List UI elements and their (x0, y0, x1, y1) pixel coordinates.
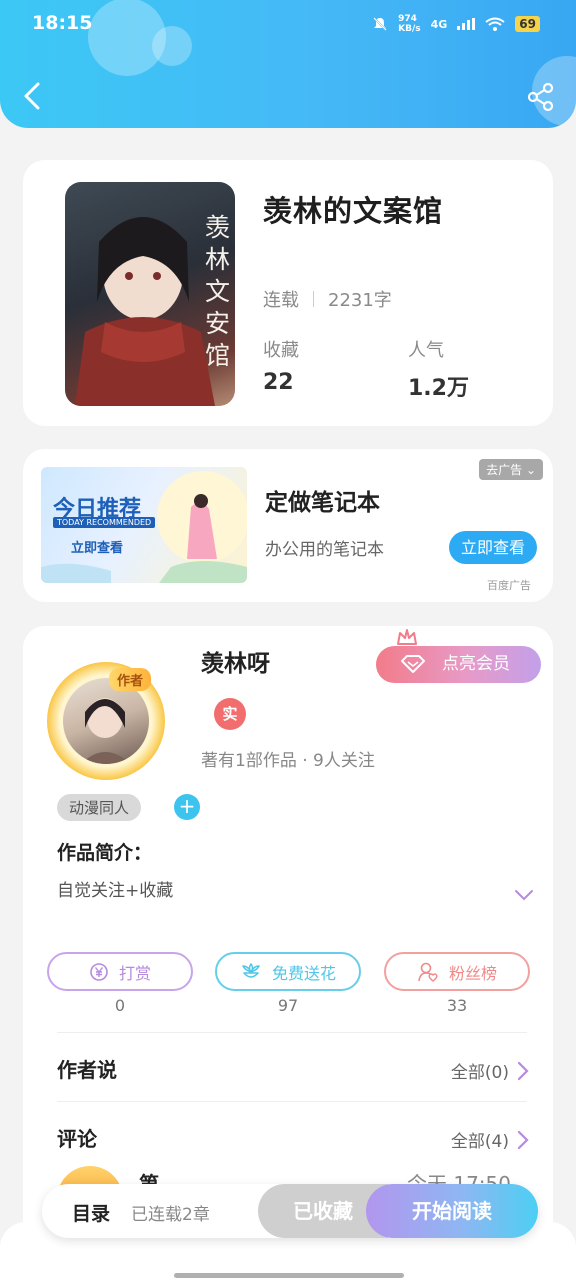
ad-image-subtitle: TODAY RECOMMENDED (53, 517, 156, 528)
intro-label: 作品简介： (57, 842, 153, 864)
vip-button-label: 点亮会员 (442, 654, 510, 674)
crown-icon (397, 629, 417, 645)
author-name[interactable]: 羡林呀 (201, 644, 270, 678)
decor-bubble (152, 26, 192, 66)
comments-title: 评论 (57, 1127, 97, 1151)
chevron-down-icon: ⌄ (525, 463, 536, 477)
book-cover[interactable]: 羡林文安馆 (65, 182, 235, 406)
chapters-count: 已连载2章 (131, 1205, 210, 1225)
mute-icon (373, 17, 387, 31)
popularity-label: 人气 (408, 340, 444, 361)
battery-indicator: 69 (515, 16, 540, 32)
send-flower-label: 免费送花 (271, 963, 336, 983)
intro-text: 自觉关注+收藏 (57, 881, 174, 901)
vip-button[interactable]: 点亮会员 (376, 629, 541, 683)
popularity-stat: 人气 1.2万 (408, 336, 469, 402)
back-icon[interactable] (20, 80, 44, 112)
meta-divider (313, 291, 314, 307)
tip-button-label: 打赏 (118, 963, 151, 983)
fan-ranking-button[interactable]: 粉丝榜 (384, 952, 530, 991)
author-card: 作者 羡林呀 实 著有1部作品 · 9人关注 点亮会员 动漫同人 + 作品简介：… (23, 626, 553, 1280)
author-badge: 作者 (109, 668, 152, 691)
home-indicator[interactable] (174, 1273, 404, 1278)
fan-user-icon (418, 962, 438, 982)
favorites-label: 收藏 (263, 340, 299, 361)
status-icons: 974 KB/s 4G 69 (372, 14, 540, 34)
flower-count: 97 (277, 996, 299, 1015)
favorites-stat: 收藏 22 (263, 336, 299, 395)
author-info: 著有1部作品 · 9人关注 (201, 751, 375, 771)
remove-ad-button[interactable]: 去广告 ⌄ (479, 459, 543, 480)
comments-all-label: 全部(4) (450, 1132, 509, 1152)
verified-badge: 实 (214, 698, 246, 730)
chevron-right-icon (517, 1061, 529, 1080)
share-icon[interactable] (526, 82, 556, 112)
book-meta: 连载 2231字 (263, 286, 392, 312)
tip-count: 0 (114, 996, 126, 1015)
comments-all-link[interactable]: 全部(4) (451, 1127, 529, 1152)
favorites-value: 22 (263, 370, 294, 395)
book-word-count: 2231字 (328, 290, 392, 311)
send-flower-button[interactable]: 免费送花 (215, 952, 361, 991)
work-tag[interactable]: 动漫同人 (57, 794, 142, 821)
book-info-card: 羡林文安馆 羡林的文案馆 连载 2231字 收藏 22 人气 1.2万 (23, 160, 553, 426)
flower-icon (242, 962, 260, 978)
ad-source: 百度广告 (487, 579, 531, 592)
author-says-all-label: 全部(0) (450, 1063, 509, 1083)
fan-count: 33 (446, 996, 468, 1015)
divider (57, 1101, 527, 1102)
ad-view-button[interactable]: 立即查看 (449, 531, 537, 564)
book-status: 连载 (263, 290, 299, 311)
author-says-all-link[interactable]: 全部(0) (451, 1058, 529, 1083)
divider (57, 1032, 527, 1033)
chevron-right-icon (517, 1130, 529, 1149)
bottom-action-bar: 目录 已连载2章 已收藏 开始阅读 (42, 1184, 538, 1238)
net-speed-value: 974 (398, 14, 417, 24)
top-header: 18:15 974 KB/s 4G 69 (0, 0, 576, 128)
popularity-value: 1.2万 (408, 376, 469, 401)
remove-ad-label: 去广告 (486, 463, 523, 477)
cover-title-text: 羡林文安馆 (205, 213, 231, 370)
ad-title: 定做笔记本 (265, 490, 380, 516)
add-tag-button[interactable]: + (174, 794, 200, 820)
net-speed-unit: KB/s (398, 24, 421, 34)
ad-description: 办公用的笔记本 (265, 540, 384, 560)
status-time: 18:15 (32, 12, 93, 34)
start-reading-button[interactable]: 开始阅读 (366, 1184, 538, 1238)
author-avatar-frame[interactable]: 作者 (47, 662, 165, 780)
tip-button[interactable]: 打赏 (47, 952, 193, 991)
book-title: 羡林的文案馆 (263, 194, 444, 228)
ad-image-cta: 立即查看 (71, 541, 124, 556)
network-type: 4G (430, 17, 448, 31)
author-says-title: 作者说 (57, 1058, 117, 1082)
wifi-icon (485, 17, 505, 31)
signal-icon (457, 18, 476, 30)
ad-image[interactable]: 今日推荐 TODAY RECOMMENDED 立即查看 (41, 467, 247, 583)
net-speed: 974 KB/s (398, 14, 420, 34)
catalog-button[interactable]: 目录 (72, 1199, 110, 1226)
chevron-down-icon[interactable] (513, 888, 535, 902)
diamond-icon (401, 655, 425, 673)
yen-icon (90, 962, 108, 981)
ad-card[interactable]: 今日推荐 TODAY RECOMMENDED 立即查看 定做笔记本 办公用的笔记… (23, 449, 553, 602)
fan-ranking-label: 粉丝榜 (448, 963, 497, 983)
